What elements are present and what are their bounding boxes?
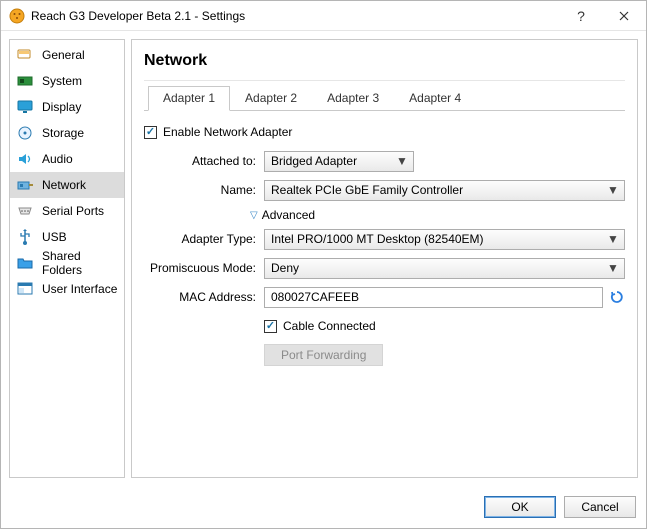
refresh-mac-button[interactable] [609,289,625,305]
audio-icon [16,150,34,168]
tab-adapter-2[interactable]: Adapter 2 [230,86,312,111]
sidebar-item-usb[interactable]: USB [10,224,124,250]
cancel-button[interactable]: Cancel [564,496,636,518]
help-button[interactable]: ? [561,1,601,31]
sidebar-item-user-interface[interactable]: User Interface [10,276,124,302]
promiscuous-mode-value: Deny [271,261,606,275]
sidebar-item-label: Network [42,178,86,192]
promiscuous-mode-select[interactable]: Deny ▼ [264,258,625,279]
sidebar-item-label: Audio [42,152,73,166]
sidebar-item-label: Display [42,100,81,114]
page-title: Network [144,46,625,81]
settings-window: Reach G3 Developer Beta 2.1 - Settings ?… [0,0,647,529]
sidebar-item-network[interactable]: Network [10,172,124,198]
tab-adapter-3[interactable]: Adapter 3 [312,86,394,111]
usb-icon [16,228,34,246]
titlebar: Reach G3 Developer Beta 2.1 - Settings ? [1,1,646,31]
port-forwarding-button[interactable]: Port Forwarding [264,344,383,366]
mac-address-label: MAC Address: [144,290,264,304]
user-interface-icon [16,280,34,298]
adapter-type-value: Intel PRO/1000 MT Desktop (82540EM) [271,232,606,246]
footer: OK Cancel [1,486,646,528]
tabs: Adapter 1 Adapter 2 Adapter 3 Adapter 4 [144,85,625,111]
sidebar-item-label: Storage [42,126,84,140]
chevron-down-icon: ▼ [606,232,620,246]
sidebar-item-serial-ports[interactable]: Serial Ports [10,198,124,224]
serial-ports-icon [16,202,34,220]
sidebar-item-shared-folders[interactable]: Shared Folders [10,250,124,276]
attached-to-value: Bridged Adapter [271,154,395,168]
sidebar-item-label: General [42,48,85,62]
sidebar-item-label: Shared Folders [42,249,118,277]
shared-folders-icon [16,254,34,272]
app-icon [9,8,25,24]
sidebar-item-label: System [42,74,82,88]
mac-address-input[interactable]: 080027CAFEEB [264,287,603,308]
storage-icon [16,124,34,142]
name-label: Name: [144,183,264,197]
tab-adapter-4[interactable]: Adapter 4 [394,86,476,111]
sidebar-item-label: Serial Ports [42,204,104,218]
enable-adapter-row: Enable Network Adapter [144,121,625,143]
sidebar-item-label: USB [42,230,67,244]
advanced-toggle[interactable]: ▽ Advanced [250,208,625,222]
general-icon [16,46,34,64]
chevron-down-icon: ▼ [606,261,620,275]
sidebar-item-label: User Interface [42,282,117,296]
system-icon [16,72,34,90]
adapter-name-value: Realtek PCIe GbE Family Controller [271,183,606,197]
content-panel: Network Adapter 1 Adapter 2 Adapter 3 Ad… [131,39,638,478]
chevron-down-icon: ▼ [395,154,409,168]
promiscuous-mode-label: Promiscuous Mode: [144,261,264,275]
cable-connected-label: Cable Connected [283,319,376,333]
sidebar-item-general[interactable]: General [10,42,124,68]
sidebar-item-storage[interactable]: Storage [10,120,124,146]
adapter-type-select[interactable]: Intel PRO/1000 MT Desktop (82540EM) ▼ [264,229,625,250]
adapter-form: Enable Network Adapter Attached to: Brid… [144,111,625,373]
adapter-type-label: Adapter Type: [144,232,264,246]
ok-button[interactable]: OK [484,496,556,518]
sidebar-item-system[interactable]: System [10,68,124,94]
advanced-label: Advanced [262,208,315,222]
window-title: Reach G3 Developer Beta 2.1 - Settings [31,9,245,23]
attached-to-label: Attached to: [144,154,264,168]
close-button[interactable] [601,1,646,31]
disclosure-triangle-icon: ▽ [250,210,258,221]
enable-adapter-checkbox[interactable] [144,126,157,139]
display-icon [16,98,34,116]
mac-address-value: 080027CAFEEB [271,290,359,304]
attached-to-select[interactable]: Bridged Adapter ▼ [264,151,414,172]
enable-adapter-label: Enable Network Adapter [163,125,292,139]
cable-connected-checkbox[interactable] [264,320,277,333]
sidebar-item-display[interactable]: Display [10,94,124,120]
adapter-name-select[interactable]: Realtek PCIe GbE Family Controller ▼ [264,180,625,201]
network-icon [16,176,34,194]
tab-adapter-1[interactable]: Adapter 1 [148,86,230,111]
chevron-down-icon: ▼ [606,183,620,197]
body: General System Display Storage Audio Net… [1,31,646,486]
sidebar-item-audio[interactable]: Audio [10,146,124,172]
sidebar: General System Display Storage Audio Net… [9,39,125,478]
